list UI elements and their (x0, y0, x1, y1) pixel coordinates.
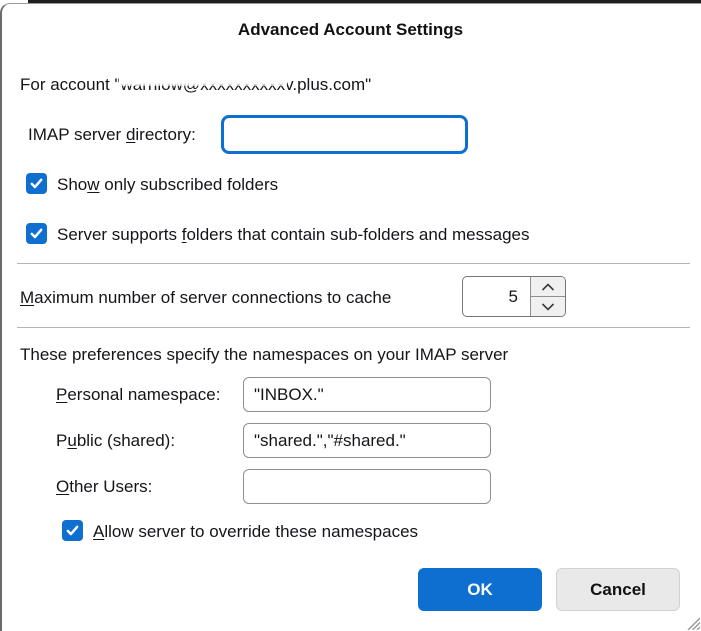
label-text: Server supports (57, 225, 182, 244)
access-key: u (67, 431, 76, 450)
access-key: M (20, 288, 34, 307)
label-text: IMAP server (28, 125, 126, 144)
max-connections-value[interactable]: 5 (463, 277, 530, 316)
checkmark-icon (65, 523, 80, 538)
checkmark-icon (29, 176, 44, 191)
label-text: P (56, 431, 67, 450)
spinner-down-button[interactable] (531, 296, 565, 316)
override-namespaces-label[interactable]: Allow server to override these namespace… (93, 521, 418, 542)
access-key: P (56, 385, 67, 404)
namespaces-intro: These preferences specify the namespaces… (20, 344, 508, 365)
resize-grip-icon[interactable] (683, 613, 700, 630)
access-key: w (87, 175, 99, 194)
personal-namespace-label: Personal namespace: (56, 384, 220, 405)
checkmark-icon (29, 226, 44, 241)
account-line-prefix: For account " (20, 75, 121, 94)
chevron-down-icon (541, 303, 555, 311)
imap-directory-label: IMAP server directory: (28, 124, 196, 145)
spinner-up-button[interactable] (531, 277, 565, 296)
label-text: aximum number of server connections to c… (34, 288, 391, 307)
override-namespaces-checkbox[interactable] (62, 520, 83, 541)
divider (17, 263, 690, 264)
access-key: O (56, 477, 69, 496)
spinner-buttons (530, 277, 565, 316)
label-text: ersonal namespace: (67, 385, 220, 404)
other-users-label: Other Users: (56, 476, 152, 497)
other-users-input[interactable] (243, 469, 491, 504)
dialog-title: Advanced Account Settings (0, 20, 701, 40)
account-line: For account "warrilow@xxxxxxxxxxv.plus.c… (20, 74, 371, 95)
label-text: olders that contain sub-folders and mess… (186, 225, 529, 244)
background-window-edge (28, 0, 701, 3)
show-subscribed-checkbox[interactable] (26, 173, 47, 194)
ok-button[interactable]: OK (418, 568, 542, 611)
label-text: irectory: (135, 125, 195, 144)
account-redacted-text: warrilow@xxxxxxxxxx (121, 74, 286, 95)
advanced-account-settings-dialog: { "dialog": { "title": "Advanced Account… (0, 0, 701, 631)
label-text: ther Users: (69, 477, 152, 496)
max-connections-spinner[interactable]: 5 (462, 276, 566, 317)
show-subscribed-label[interactable]: Show only subscribed folders (57, 174, 278, 195)
supports-subfolders-label[interactable]: Server supports folders that contain sub… (57, 224, 530, 245)
label-text: Sho (57, 175, 87, 194)
imap-directory-input[interactable] (221, 115, 468, 154)
label-text: only subscribed folders (100, 175, 279, 194)
max-connections-label: Maximum number of server connections to … (20, 287, 391, 308)
supports-subfolders-checkbox[interactable] (26, 223, 47, 244)
account-line-suffix: v.plus.com" (285, 75, 371, 94)
label-text: llow server to override these namespaces (104, 522, 418, 541)
label-text: blic (shared): (77, 431, 175, 450)
divider (17, 327, 690, 328)
personal-namespace-input[interactable] (243, 377, 491, 412)
public-namespace-input[interactable] (243, 423, 491, 458)
access-key: A (93, 522, 104, 541)
chevron-up-icon (541, 283, 555, 291)
access-key: d (126, 125, 135, 144)
cancel-button[interactable]: Cancel (556, 568, 680, 611)
public-namespace-label: Public (shared): (56, 430, 175, 451)
